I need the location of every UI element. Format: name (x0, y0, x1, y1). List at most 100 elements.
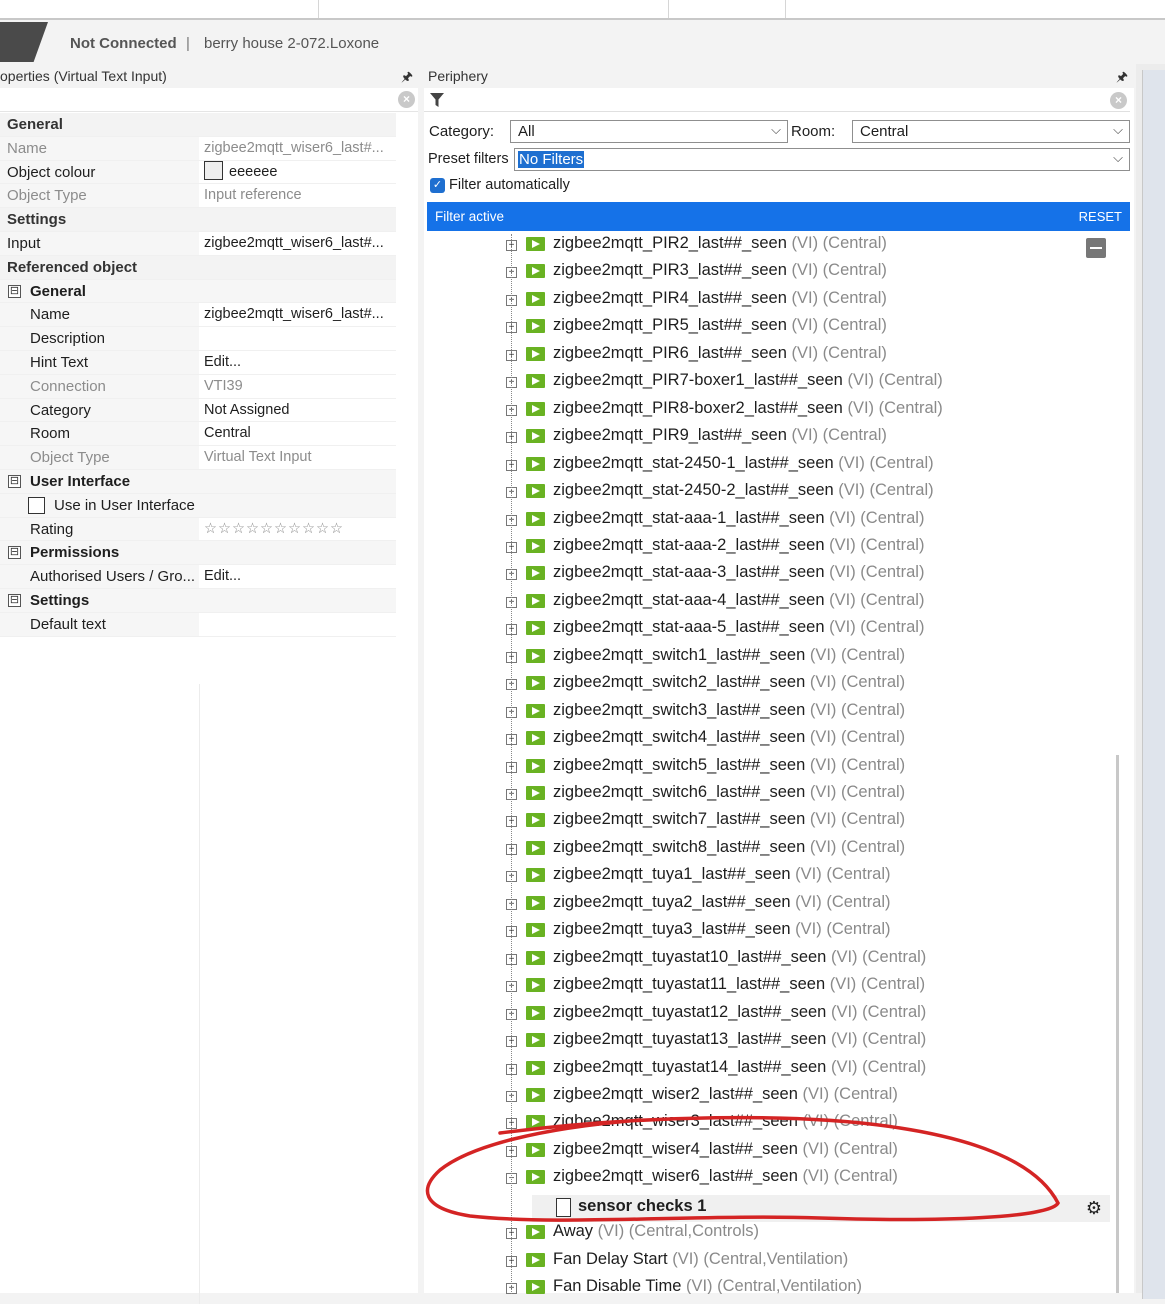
group-general[interactable]: ⊟ General (0, 279, 396, 304)
chevron-down-icon[interactable]: ⌵ (771, 122, 781, 138)
virtual-input-icon (526, 1115, 545, 1130)
tree-item-name: zigbee2mqtt_tuyastat12_last##_seen (553, 1002, 827, 1021)
tree-item-name: zigbee2mqtt_switch1_last##_seen (553, 645, 806, 664)
chevron-down-icon[interactable]: ⌵ (1113, 150, 1123, 166)
pin-icon[interactable]: 🖈 (1116, 68, 1128, 90)
tree-item-name: zigbee2mqtt_tuyastat13_last##_seen (553, 1030, 827, 1049)
project-file-name: berry house 2-072.Loxone (204, 35, 380, 52)
gear-icon[interactable]: ⚙ (1086, 1198, 1102, 1219)
tree-item-label: zigbee2mqtt_stat-aaa-4_last##_seen (VI) … (553, 591, 924, 610)
tree-item-name: Away (553, 1222, 594, 1241)
tree-item-label: zigbee2mqtt_stat-2450-2_last##_seen (VI)… (553, 481, 934, 500)
periphery-search-input[interactable]: × (424, 88, 1130, 112)
connection-bar: Not Connected | berry house 2-072.Loxone (0, 22, 1165, 64)
filter-automatically-checkbox[interactable]: ✓ (430, 178, 445, 193)
property-name[interactable]: Name zigbee2mqtt_wiser6_last#... (0, 136, 396, 161)
property-category[interactable]: Category Not Assigned (0, 398, 396, 423)
virtual-input-icon (526, 1225, 545, 1240)
tree-child-label: sensor checks 1 (578, 1196, 707, 1215)
property-ref-name[interactable]: Name zigbee2mqtt_wiser6_last#... (0, 303, 396, 328)
reset-button[interactable]: RESET (1079, 209, 1122, 224)
tree-item-suffix: (VI) (Central) (786, 234, 887, 252)
tree-item-label: zigbee2mqtt_tuyastat10_last##_seen (VI) … (553, 948, 926, 967)
colour-swatch[interactable] (204, 160, 223, 180)
virtual-input-icon (526, 703, 545, 718)
property-object-colour[interactable]: Object colour eeeeee (0, 160, 396, 185)
tree-item-label: zigbee2mqtt_switch8_last##_seen (VI) (Ce… (553, 838, 905, 857)
virtual-input-icon (526, 786, 545, 800)
tree-item-label: Fan Delay Start (VI) (Central,Ventilatio… (553, 1250, 848, 1269)
pin-icon[interactable]: 🖈 (401, 68, 413, 90)
tree-item-label: zigbee2mqtt_stat-2450-1_last##_seen (VI)… (553, 454, 934, 473)
group-settings[interactable]: ⊟ Settings (0, 588, 396, 613)
property-object-type[interactable]: Object Type Input reference (0, 184, 396, 209)
tree-item-suffix: (VI) (Central) (790, 865, 891, 884)
virtual-input-icon (526, 1005, 545, 1020)
clear-search-icon[interactable]: × (398, 91, 415, 108)
virtual-input-icon (526, 840, 545, 855)
group-user-interface[interactable]: ⊟ User Interface (0, 469, 396, 494)
virtual-input-icon (526, 1087, 545, 1102)
virtual-input-icon (526, 264, 545, 279)
tree-item-label: zigbee2mqtt_tuya2_last##_seen (VI) (Cent… (553, 893, 891, 912)
tree-item-label: zigbee2mqtt_tuyastat13_last##_seen (VI) … (553, 1030, 926, 1049)
section-general[interactable]: General (0, 113, 396, 137)
use-in-ui-checkbox[interactable] (28, 496, 45, 514)
property-hint-text[interactable]: Hint Text Edit... (0, 350, 396, 375)
tree-item-label: zigbee2mqtt_stat-aaa-2_last##_seen (VI) … (553, 536, 924, 555)
tree-item-label: Fan Disable Time (VI) (Central,Ventilati… (553, 1277, 862, 1294)
group-permissions[interactable]: ⊟ Permissions (0, 541, 396, 566)
tree-item-name: zigbee2mqtt_wiser4_last##_seen (553, 1139, 798, 1158)
category-select[interactable]: All ⌵ (510, 120, 788, 143)
tree-item-label: zigbee2mqtt_wiser4_last##_seen (VI) (Cen… (553, 1140, 898, 1159)
tree-item-label: zigbee2mqtt_switch5_last##_seen (VI) (Ce… (553, 756, 905, 775)
rating-stars[interactable]: ☆☆☆☆☆☆☆☆☆☆ (199, 517, 396, 541)
connection-indicator (0, 22, 48, 62)
tree-item-suffix: (VI) (Central) (805, 645, 906, 664)
tree-child-item[interactable]: sensor checks 1 ⚙ (532, 1194, 1110, 1222)
preset-filters-label: Preset filters (428, 151, 509, 167)
room-select[interactable]: Central ⌵ (852, 120, 1130, 143)
property-ref-object-type[interactable]: Object Type Virtual Text Input (0, 446, 396, 470)
tree-item-label: zigbee2mqtt_wiser6_last##_seen (VI) (Cen… (553, 1167, 898, 1186)
tree-item-suffix: (VI) (Central) (826, 1057, 927, 1076)
tree-item-name: zigbee2mqtt_tuya1_last##_seen (553, 865, 791, 884)
chevron-down-icon[interactable]: ⌵ (1113, 122, 1123, 138)
tree-item-label: zigbee2mqtt_wiser2_last##_seen (VI) (Cen… (553, 1085, 898, 1104)
tree-item-name: zigbee2mqtt_tuyastat11_last##_seen (553, 975, 826, 994)
collapse-toggle-icon[interactable]: ⊟ (8, 546, 21, 560)
section-settings[interactable]: Settings (0, 208, 396, 232)
properties-search-input[interactable]: × (0, 88, 418, 112)
filter-funnel-icon[interactable] (430, 93, 444, 107)
virtual-input-icon (526, 511, 545, 526)
toolbar-separator (318, 0, 319, 18)
collapse-toggle-icon[interactable]: ⊟ (8, 474, 21, 488)
right-dock-edge (1136, 64, 1165, 1299)
property-connection[interactable]: Connection VTI39 (0, 374, 396, 399)
tree-item-label: zigbee2mqtt_stat-aaa-1_last##_seen (VI) … (553, 509, 924, 528)
filter-automatically-label: Filter automatically (449, 177, 570, 193)
property-room[interactable]: Room Central (0, 422, 396, 447)
tree-item-name: zigbee2mqtt_PIR6_last##_seen (553, 343, 787, 362)
tree-item-suffix: (VI) (Central,Controls) (593, 1222, 760, 1241)
clear-filter-icon[interactable]: × (1110, 92, 1127, 109)
virtual-input-icon (526, 895, 545, 910)
tree-item-suffix: (VI) (Central) (786, 316, 887, 335)
section-referenced-object[interactable]: Referenced object (0, 255, 396, 280)
vertical-scrollbar[interactable] (1116, 755, 1119, 1293)
collapse-toggle-icon[interactable]: ⊟ (8, 284, 21, 298)
tree-item-suffix: (VI) (Central) (786, 261, 887, 280)
tree-item-suffix: (VI) (Central) (790, 920, 891, 939)
preset-filters-select[interactable]: No Filters ⌵ (514, 148, 1130, 171)
collapse-all-icon[interactable] (1086, 238, 1106, 258)
property-input[interactable]: Input zigbee2mqtt_wiser6_last#... (0, 231, 396, 256)
property-authorised-users[interactable]: Authorised Users / Gro... Edit... (0, 565, 396, 589)
tree-item-name: zigbee2mqtt_PIR3_last##_seen (553, 261, 787, 280)
property-default-text[interactable]: Default text (0, 612, 396, 637)
property-use-in-ui[interactable]: Use in User Interface (0, 493, 396, 518)
tree-item-name: zigbee2mqtt_stat-2450-2_last##_seen (553, 481, 834, 500)
property-rating[interactable]: Rating ☆☆☆☆☆☆☆☆☆☆ (0, 517, 396, 542)
property-description[interactable]: Description (0, 327, 396, 351)
tree-item-label: zigbee2mqtt_tuyastat11_last##_seen (VI) … (553, 975, 925, 994)
collapse-toggle-icon[interactable]: ⊟ (8, 593, 21, 607)
